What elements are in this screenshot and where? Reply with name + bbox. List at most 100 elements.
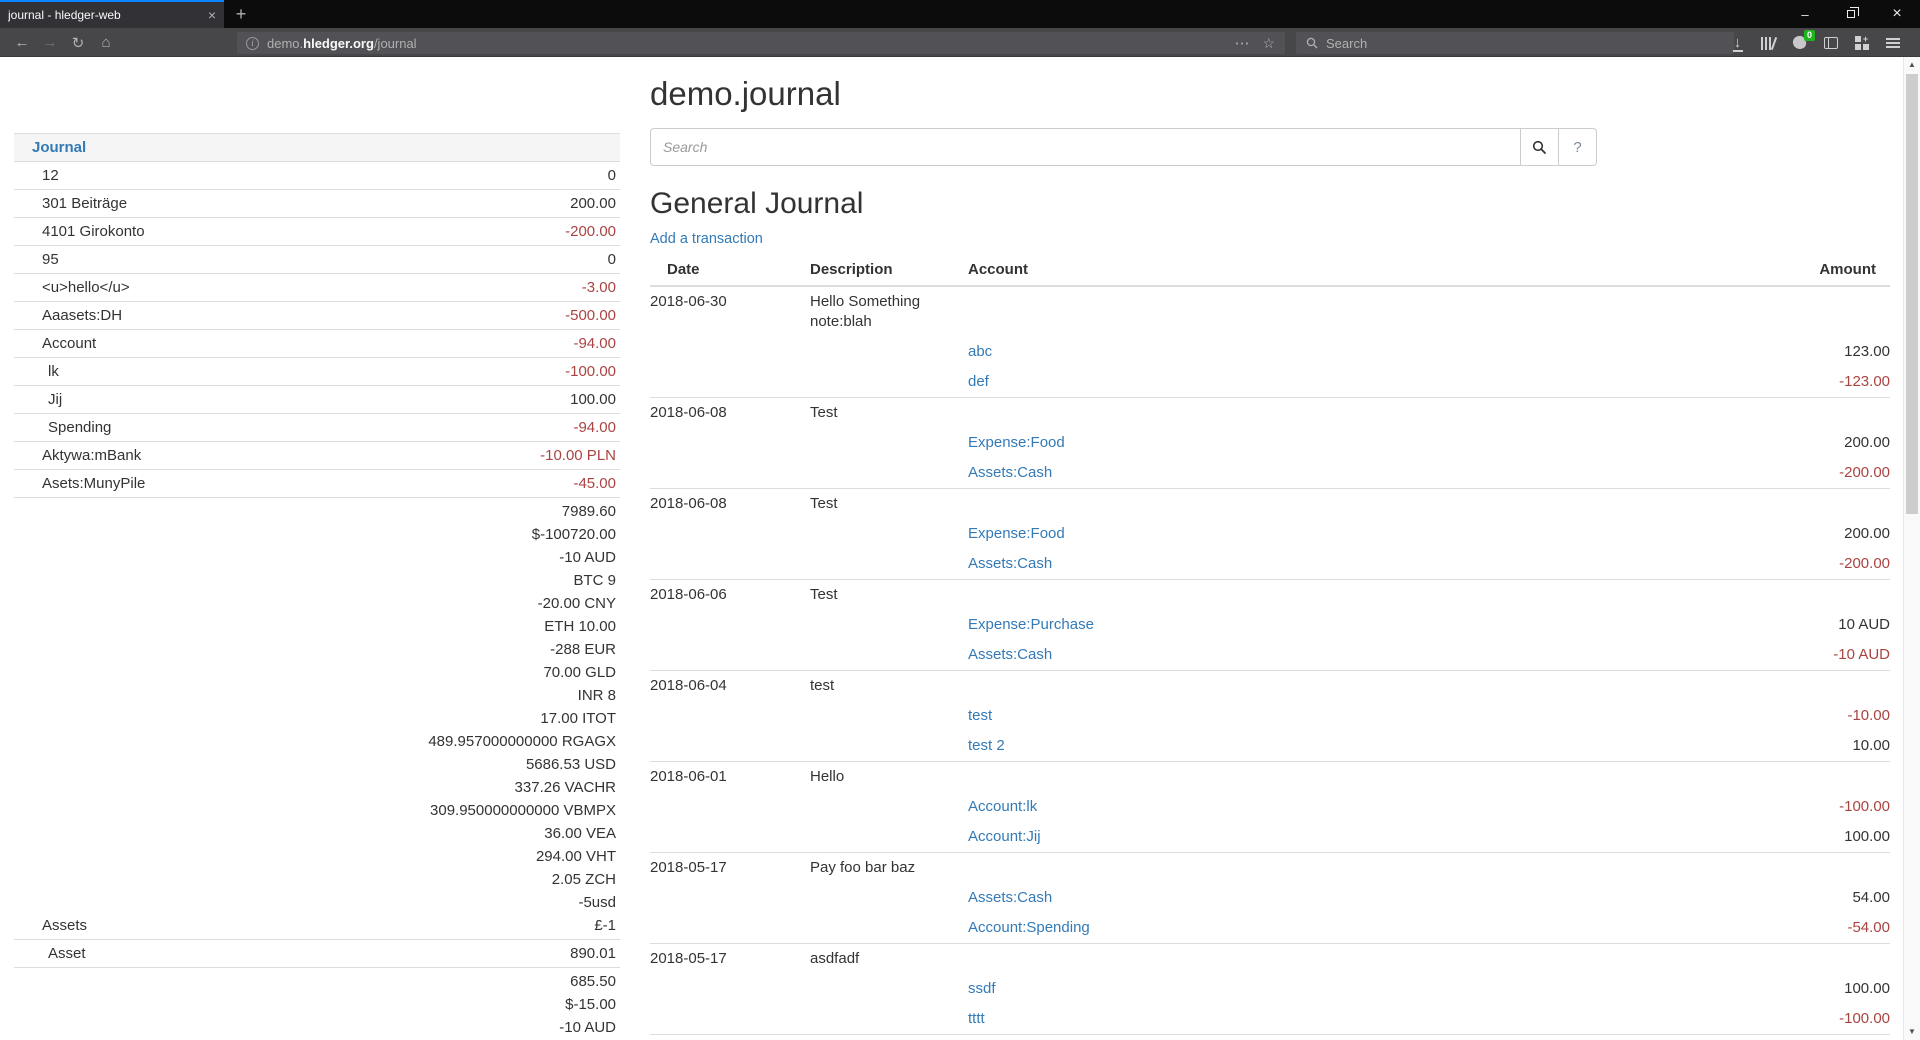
transaction-date: 2018-05-17 (650, 853, 810, 884)
transaction-date: 2018-06-01 (650, 762, 810, 793)
sidebar-account-link[interactable]: Aaasets:DH (14, 304, 565, 327)
tab-title: journal - hledger-web (8, 8, 202, 22)
posting-row: Assets:Cash -200.00 (650, 458, 1890, 489)
posting-row: Account:lk-100.00 (650, 792, 1890, 822)
sidebar-account-link[interactable]: lk (14, 360, 565, 383)
window-restore-button[interactable] (1828, 0, 1874, 28)
sidebar-account-link[interactable]: 301 Beiträge (14, 192, 570, 215)
balance-amount: 337.26 VACHR (428, 776, 616, 799)
posting-account-link[interactable]: Assets:Cash (968, 464, 1052, 481)
reload-icon[interactable]: ↻ (64, 34, 92, 52)
posting-account-link[interactable]: test 2 (968, 737, 1005, 754)
scrollbar-thumb[interactable] (1906, 74, 1918, 514)
account-balance: -94.00 (573, 416, 620, 439)
sidebar-account-row: Aaasets:DH -500.00 (14, 301, 620, 329)
posting-account-link[interactable]: Expense:Food (968, 434, 1065, 451)
journal-search-input[interactable] (650, 128, 1521, 166)
balance-amount: 0 (608, 164, 616, 187)
posting-account-link[interactable]: Expense:Purchase (968, 616, 1094, 633)
transaction: 2018-06-08 Test Expense:Food200.00Assets… (650, 398, 1890, 489)
posting-account-link[interactable]: Assets:Cash (968, 555, 1052, 572)
posting-amount: 200.00 (1670, 428, 1890, 458)
sidebar-account-link[interactable]: Jij (14, 388, 570, 411)
posting-account-link[interactable]: Account:lk (968, 798, 1037, 815)
sidebar-account-link[interactable]: 4101 Girokonto (14, 220, 565, 243)
posting-account-link[interactable]: test (968, 707, 992, 724)
account-balance: 890.01 (570, 942, 620, 965)
page-content: Journal 12 0 301 Beiträge 200.00 4101 Gi… (0, 57, 1920, 1040)
sidebar-account-row: Account -94.00 (14, 329, 620, 357)
search-icon (1306, 37, 1318, 49)
sidebar-account-row: Asset 890.01 (14, 939, 620, 967)
balance-amount: -10.00 PLN (540, 444, 616, 467)
posting-account-link[interactable]: Account:Jij (968, 828, 1041, 845)
sidebar-account-row: <u>hello</u> -3.00 (14, 273, 620, 301)
extension-icon[interactable]: 0 (1784, 28, 1815, 57)
sidebar-account-link[interactable]: Asset (14, 942, 570, 965)
balance-amount: -5usd (428, 891, 616, 914)
bookmark-star-icon[interactable]: ☆ (1262, 35, 1275, 52)
help-button[interactable]: ? (1559, 128, 1597, 166)
back-icon[interactable]: ← (8, 34, 36, 51)
posting-account-link[interactable]: ssdf (968, 980, 996, 997)
posting-row: tttt-100.00 (650, 1004, 1890, 1035)
transaction-title-row: 2018-06-08 Test (650, 489, 1890, 520)
new-tab-button[interactable]: + (226, 0, 256, 28)
sidebar-journal-link[interactable]: Journal (14, 136, 86, 159)
posting-account-link[interactable]: Assets:Cash (968, 646, 1052, 663)
header-date: Date (650, 256, 810, 286)
sidebar-account-link[interactable]: Asets:MunyPile (14, 472, 573, 495)
balance-amount: £-1 (428, 914, 616, 937)
menu-hamburger-icon[interactable] (1877, 28, 1908, 57)
downloads-icon[interactable]: ↓ (1722, 28, 1753, 57)
sidebar-account-link[interactable]: Aktywa:mBank (14, 444, 540, 467)
scroll-down-icon[interactable]: ▼ (1904, 1024, 1920, 1040)
balance-amount: -94.00 (573, 332, 616, 355)
account-balance: -3.00 (582, 276, 620, 299)
page-scrollbar[interactable]: ▲ ▼ (1903, 57, 1920, 1040)
posting-amount: -54.00 (1670, 913, 1890, 944)
url-bar[interactable]: i demo.hledger.org/journal ⋯ ☆ (237, 32, 1285, 54)
balance-amount: -100.00 (565, 360, 616, 383)
account-balance: -10.00 PLN (540, 444, 620, 467)
balance-amount: $-100720.00 (428, 523, 616, 546)
browser-tab[interactable]: journal - hledger-web × (0, 0, 224, 28)
sidebar-account-link[interactable]: 12 (14, 164, 608, 187)
posting-account-link[interactable]: Account:Spending (968, 919, 1090, 936)
balance-amount: -500.00 (565, 304, 616, 327)
tab-close-icon[interactable]: × (208, 7, 216, 23)
posting-account-link[interactable]: abc (968, 343, 992, 360)
posting-account-link[interactable]: Assets:Cash (968, 889, 1052, 906)
posting-account-link[interactable]: tttt (968, 1010, 985, 1027)
browser-search-bar[interactable]: Search (1296, 32, 1734, 54)
sidebar-account-link[interactable]: Assets (14, 914, 428, 937)
sidebar-account-link[interactable]: 95 (14, 248, 608, 271)
forward-icon[interactable]: → (36, 34, 64, 51)
url-text: demo.hledger.org/journal (267, 36, 417, 51)
add-transaction-link[interactable]: Add a transaction (650, 231, 763, 247)
search-button[interactable] (1521, 128, 1559, 166)
transaction-description: Test (810, 489, 968, 520)
sidebar-account-link[interactable]: Spending (14, 416, 573, 439)
sidebar-account-link[interactable]: <u>hello</u> (14, 276, 582, 299)
scroll-up-icon[interactable]: ▲ (1904, 57, 1920, 73)
account-balance: -94.00 (573, 332, 620, 355)
transaction-description: Test (810, 1035, 968, 1040)
posting-amount: -200.00 (1670, 458, 1890, 489)
site-info-icon[interactable]: i (246, 37, 259, 50)
sidebar-account-link[interactable]: Account (14, 332, 573, 355)
posting-row: Expense:Food 200.00 (650, 428, 1890, 458)
page-actions-icon[interactable]: ⋯ (1234, 34, 1250, 52)
posting-row: ssdf100.00 (650, 974, 1890, 1004)
posting-account-link[interactable]: Expense:Food (968, 525, 1065, 542)
sidebar-toggle-icon[interactable] (1815, 28, 1846, 57)
library-icon[interactable] (1753, 28, 1784, 57)
home-icon[interactable]: ⌂ (92, 34, 120, 51)
apps-grid-icon[interactable]: + (1846, 28, 1877, 57)
window-close-button[interactable]: × (1874, 0, 1920, 28)
balance-amount: $-15.00 (538, 993, 616, 1016)
browser-toolbar: ← → ↻ ⌂ i demo.hledger.org/journal ⋯ ☆ S… (0, 28, 1920, 57)
posting-account-link[interactable]: def (968, 373, 989, 390)
window-minimize-button[interactable]: – (1782, 0, 1828, 28)
search-icon (1532, 140, 1547, 155)
